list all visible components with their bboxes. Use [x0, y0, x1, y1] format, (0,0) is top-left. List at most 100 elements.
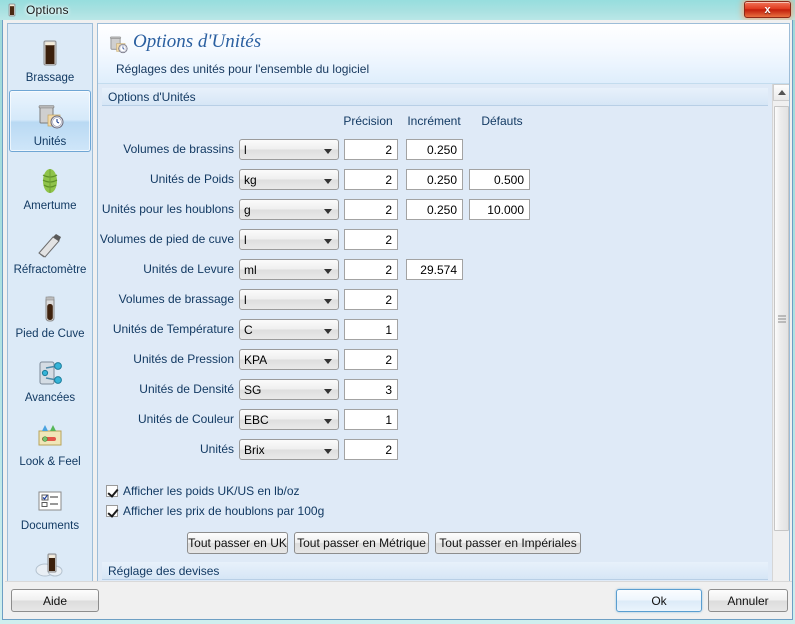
sidebar-item-look-and-feel[interactable]: Look & Feel [9, 410, 91, 472]
unit-select[interactable]: l [239, 289, 339, 310]
unit-select[interactable]: Brix [239, 439, 339, 460]
unit-select[interactable]: EBC [239, 409, 339, 430]
increment-input[interactable]: 0.250 [406, 169, 463, 190]
sidebar-item-pied-de-cuve[interactable]: Pied de Cuve [9, 282, 91, 344]
default-input[interactable]: 0.500 [469, 169, 530, 190]
chevron-down-icon [324, 299, 332, 304]
panel-scroll-body: Options d'Unités Précision Incrément Déf… [98, 84, 774, 598]
precision-input[interactable]: 2 [344, 289, 398, 310]
precision-input[interactable]: 2 [344, 439, 398, 460]
hop-cone-icon [33, 164, 67, 198]
grip-icon [778, 315, 786, 322]
checkbox-icon[interactable] [106, 485, 118, 497]
chevron-down-icon [324, 149, 332, 154]
unit-select-value: KPA [244, 353, 267, 367]
table-row: Unités de Température C 1 [98, 319, 774, 343]
unit-select[interactable]: SG [239, 379, 339, 400]
row-label: Unités de Densité [98, 382, 234, 396]
increment-input[interactable]: 0.250 [406, 139, 463, 160]
precision-input[interactable]: 2 [344, 349, 398, 370]
column-header-defaults: Défauts [469, 114, 535, 128]
convert-uk-button[interactable]: Tout passer en UK [187, 532, 288, 554]
sidebar-item-amertume[interactable]: Amertume [9, 154, 91, 216]
default-input[interactable]: 10.000 [469, 199, 530, 220]
paint-icon [33, 420, 67, 454]
convert-imperial-button[interactable]: Tout passer en Impériales [435, 532, 581, 554]
table-row: Unités de Densité SG 3 [98, 379, 774, 403]
unit-select[interactable]: kg [239, 169, 339, 190]
beer-glass-icon [33, 36, 67, 70]
test-tube-icon [33, 292, 67, 326]
unit-select-value: C [244, 323, 253, 337]
column-header-increment: Incrément [401, 114, 467, 128]
checkbox-label: Afficher les prix de houblons par 100g [123, 504, 324, 518]
nodes-icon [33, 356, 67, 390]
table-row: Unités pour les houblons g 2 0.250 10.00… [98, 199, 774, 223]
precision-input[interactable]: 2 [344, 199, 398, 220]
sidebar-item-label: Look & Feel [19, 456, 80, 468]
sidebar-item-unites[interactable]: Unités [9, 90, 91, 152]
checkbox-lb-oz[interactable]: Afficher les poids UK/US en lb/oz [106, 484, 300, 498]
close-icon[interactable]: x [744, 1, 791, 18]
precision-input[interactable]: 2 [344, 139, 398, 160]
window-client-area: Brassage Unités [2, 20, 793, 620]
table-row: Unités de Pression KPA 2 [98, 349, 774, 373]
sidebar-item-avancees[interactable]: Avancées [9, 346, 91, 408]
sidebar-item-brassage[interactable]: Brassage [9, 26, 91, 88]
checkbox-icon[interactable] [106, 505, 118, 517]
unit-select[interactable]: l [239, 139, 339, 160]
row-label: Unités pour les houblons [98, 202, 234, 216]
row-label: Unités [98, 442, 234, 456]
checkbox-hop-price-100g[interactable]: Afficher les prix de houblons par 100g [106, 504, 324, 518]
unit-select-value: kg [244, 173, 257, 187]
sidebar-item-label: Documents [21, 520, 79, 532]
sidebar-item-refractometre[interactable]: Réfractomètre [9, 218, 91, 280]
vertical-scrollbar[interactable] [772, 84, 789, 598]
unit-select[interactable]: g [239, 199, 339, 220]
window-title: Options [26, 3, 69, 17]
precision-input[interactable]: 1 [344, 319, 398, 340]
convert-metric-button[interactable]: Tout passer en Métrique [294, 532, 429, 554]
options-panel: Options d'Unités Réglages des unités pou… [97, 23, 790, 598]
chevron-down-icon [324, 449, 332, 454]
options-window: Options x Brassage [0, 0, 795, 624]
dialog-footer: Aide Ok Annuler [5, 581, 792, 617]
ok-button[interactable]: Ok [616, 589, 702, 612]
precision-input[interactable]: 2 [344, 229, 398, 250]
row-label: Volumes de pied de cuve [98, 232, 234, 246]
column-header-precision: Précision [337, 114, 399, 128]
unit-select[interactable]: KPA [239, 349, 339, 370]
increment-input[interactable]: 29.574 [406, 259, 463, 280]
sidebar-item-label: Unités [34, 136, 67, 148]
unit-select-value: SG [244, 383, 261, 397]
sidebar-item-label: Pied de Cuve [15, 328, 84, 340]
window-titlebar[interactable]: Options x [0, 0, 795, 20]
sidebar-item-documents[interactable]: Documents [9, 474, 91, 536]
unit-select-value: l [244, 143, 247, 157]
row-label: Unités de Poids [98, 172, 234, 186]
precision-input[interactable]: 2 [344, 169, 398, 190]
checkbox-label: Afficher les poids UK/US en lb/oz [123, 484, 300, 498]
scrollbar-thumb[interactable] [774, 106, 789, 531]
unit-select[interactable]: l [239, 229, 339, 250]
cancel-button[interactable]: Annuler [708, 589, 788, 612]
increment-input[interactable]: 0.250 [406, 199, 463, 220]
precision-input[interactable]: 2 [344, 259, 398, 280]
scroll-up-button[interactable] [773, 84, 790, 101]
chevron-down-icon [324, 269, 332, 274]
unit-select[interactable]: C [239, 319, 339, 340]
cloud-beer-icon [33, 548, 67, 582]
precision-input[interactable]: 3 [344, 379, 398, 400]
table-row: Unités de Couleur EBC 1 [98, 409, 774, 433]
chevron-down-icon [324, 329, 332, 334]
refractometer-icon [33, 228, 67, 262]
unit-select[interactable]: ml [239, 259, 339, 280]
row-label: Volumes de brassins [98, 142, 234, 156]
sidebar-item-label: Amertume [23, 200, 76, 212]
precision-input[interactable]: 1 [344, 409, 398, 430]
page-subtitle: Réglages des unités pour l'ensemble du l… [116, 62, 369, 76]
pot-clock-icon [33, 100, 67, 134]
help-button[interactable]: Aide [11, 589, 99, 612]
table-row: Volumes de pied de cuve l 2 [98, 229, 774, 253]
row-label: Unités de Couleur [98, 412, 234, 426]
